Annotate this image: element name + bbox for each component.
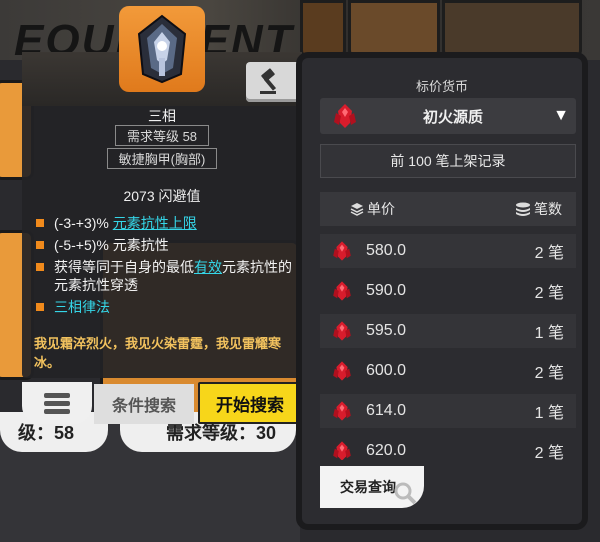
start-search-button[interactable]: 开始搜索 <box>198 382 302 424</box>
fire-crystal-icon <box>334 104 356 128</box>
listing-list: 580.0 2 笔 590.0 2 笔 595.0 1 笔 600.0 2 笔 … <box>320 234 576 460</box>
affix-link[interactable]: 有效 <box>194 259 222 275</box>
listing-row[interactable]: 580.0 2 笔 <box>320 234 576 268</box>
trade-panel: 标价货币 初火源质 ▼ 前 100 笔上架记录 单价 笔数 580.0 2 笔 … <box>296 52 588 530</box>
listing-count: 1 笔 <box>534 405 564 422</box>
listing-count: 2 笔 <box>534 445 564 460</box>
magnifier-icon <box>394 482 417 505</box>
menu-button[interactable] <box>22 382 92 424</box>
banner-tile <box>300 0 346 60</box>
item-tooltip: 三相 需求等级 58 敏捷胸甲(胸部) 2073 闪避值 (-3-+3)% 元素… <box>22 6 302 378</box>
fire-crystal-icon <box>333 281 351 301</box>
currency-name: 初火源质 <box>422 108 483 126</box>
fire-crystal-icon <box>333 361 351 381</box>
trade-query-label: 交易查询 <box>340 479 396 495</box>
item-name: 三相 <box>148 108 176 124</box>
listing-price: 620.0 <box>366 442 407 459</box>
fire-crystal-icon <box>333 441 351 460</box>
dodge-value: 2073 闪避值 <box>123 188 201 204</box>
fire-crystal-icon <box>333 321 351 341</box>
count-column-header[interactable]: 笔数 <box>515 199 562 219</box>
currency-label: 标价货币 <box>415 79 468 94</box>
trade-query-button[interactable]: 交易查询 <box>320 466 424 508</box>
item-slot: 敏捷胸甲(胸部) <box>107 148 217 169</box>
affix-line: (-5-+5)% 元素抗性 <box>34 236 296 254</box>
affix-list: (-3-+3)% 元素抗性上限 (-5-+5)% 元素抗性 获得等同于自身的最低… <box>34 214 296 320</box>
fire-crystal-icon <box>333 401 351 421</box>
price-column-header[interactable]: 单价 <box>350 199 395 219</box>
caret-down-icon: ▼ <box>553 107 569 124</box>
fire-crystal-icon <box>333 241 351 261</box>
price-header-label: 单价 <box>367 201 395 217</box>
banner-tile <box>348 0 440 60</box>
set-name[interactable]: 三相律法 <box>34 298 296 316</box>
condition-search-button[interactable]: 条件搜索 <box>94 384 194 424</box>
currency-select[interactable]: 初火源质 ▼ <box>320 98 576 134</box>
chest-armor-icon <box>119 6 205 92</box>
affix-link[interactable]: 元素抗性上限 <box>113 215 197 231</box>
record-label: 前 100 笔上架记录 <box>320 144 576 178</box>
listing-row[interactable]: 620.0 2 笔 <box>320 434 576 460</box>
coins-icon <box>516 202 530 216</box>
listing-count: 1 笔 <box>534 325 564 342</box>
listing-row[interactable]: 600.0 2 笔 <box>320 354 576 388</box>
affix-text: (-5-+5)% 元素抗性 <box>54 237 169 253</box>
affix-line: (-3-+3)% 元素抗性上限 <box>34 214 296 232</box>
listing-row[interactable]: 614.0 1 笔 <box>320 394 576 428</box>
level-requirement: 需求等级 58 <box>115 125 209 146</box>
count-header-label: 笔数 <box>534 201 562 217</box>
listing-count: 2 笔 <box>534 365 564 382</box>
listing-row[interactable]: 590.0 2 笔 <box>320 274 576 308</box>
listing-price: 580.0 <box>366 242 407 259</box>
listing-row[interactable]: 595.0 1 笔 <box>320 314 576 348</box>
listing-price: 590.0 <box>366 282 407 299</box>
layers-icon <box>350 203 364 216</box>
affix-text: (-3-+3)% <box>54 215 113 231</box>
affix-line: 获得等同于自身的最低有效元素抗性的元素抗性穿透 <box>34 258 296 294</box>
listing-price: 600.0 <box>366 362 407 379</box>
affix-text: 获得等同于自身的最低 <box>54 259 194 275</box>
set-label: 三相律法 <box>54 299 110 315</box>
banner-tile <box>442 0 582 60</box>
table-header: 单价 笔数 <box>320 192 576 226</box>
listing-price: 614.0 <box>366 402 407 419</box>
listing-price: 595.0 <box>366 322 407 339</box>
listing-count: 2 笔 <box>534 245 564 262</box>
list-icon <box>44 393 70 414</box>
listing-count: 2 笔 <box>534 285 564 302</box>
flavor-text: 我见霜淬烈火，我见火染雷霆，我见雷耀寒冰。 <box>34 336 282 370</box>
gavel-icon[interactable] <box>246 62 300 102</box>
